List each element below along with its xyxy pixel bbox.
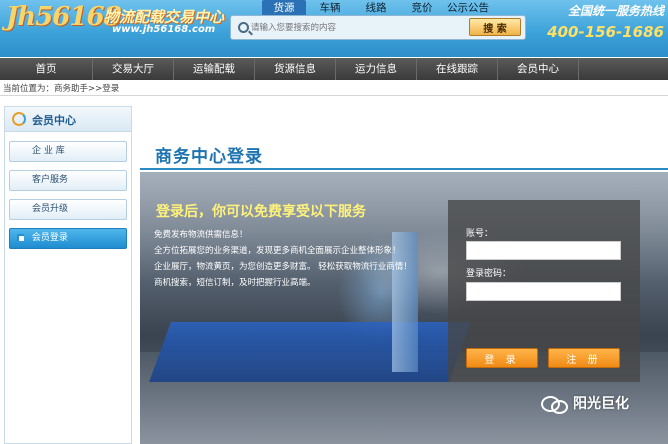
banner-line: 免费发布物流供需信息！ bbox=[154, 230, 248, 240]
banner-line: 商机搜索，短信订制，及时把握行业高端。 bbox=[154, 278, 316, 288]
hotline-title: 全国统一服务热线 bbox=[567, 4, 664, 18]
account-label: 账号： bbox=[466, 229, 494, 239]
account-input[interactable] bbox=[466, 241, 621, 260]
password-input[interactable] bbox=[466, 282, 621, 301]
search-tab-route[interactable]: 线路 bbox=[354, 0, 398, 16]
sidebar-item-label: 会员登录 bbox=[31, 233, 68, 243]
site-header: Jh56168 物流配载交易中心 www.jh56168.com 货源 车辆 线… bbox=[0, 0, 668, 57]
sidebar-item-member-upgrade[interactable]: 会员升级 bbox=[9, 199, 127, 220]
banner-line: 全方位拓展您的业务渠道，发现更多商机全面展示企业整体形象！ bbox=[154, 246, 401, 256]
watermark-text: 阳光巨化 bbox=[573, 396, 629, 412]
refresh-icon bbox=[12, 112, 26, 126]
banner-counter bbox=[149, 322, 471, 382]
wechat-icon bbox=[541, 394, 568, 414]
sidebar-header: 会员中心 bbox=[5, 107, 131, 132]
page: Jh56168 物流配载交易中心 www.jh56168.com 货源 车辆 线… bbox=[0, 0, 668, 444]
nav-item-home[interactable]: 首页 bbox=[0, 58, 93, 80]
sidebar: 会员中心 企 业 库 客户服务 会员升级 会员登录 bbox=[4, 106, 132, 444]
sidebar-item-label: 会员升级 bbox=[32, 204, 69, 214]
search-tab-bidding[interactable]: 竞价 bbox=[400, 0, 444, 16]
sidebar-item-label: 客户服务 bbox=[32, 175, 69, 185]
search-tab-cargo[interactable]: 货源 bbox=[262, 0, 306, 16]
search-tab-notice[interactable]: 公示公告 bbox=[446, 0, 490, 16]
nav-item-capacity-info[interactable]: 运力信息 bbox=[336, 58, 417, 80]
hotline-number: 400-156-1686 bbox=[547, 23, 664, 41]
main-nav: 首页 交易大厅 运输配载 货源信息 运力信息 在线跟踪 会员中心 bbox=[0, 58, 668, 80]
search-button[interactable]: 搜 索 bbox=[469, 18, 521, 36]
breadcrumb: 当前位置为：商务助手>>登录 bbox=[0, 82, 668, 96]
nav-item-trading-hall[interactable]: 交易大厅 bbox=[93, 58, 174, 80]
sidebar-title: 会员中心 bbox=[32, 114, 76, 127]
nav-item-member-center[interactable]: 会员中心 bbox=[498, 58, 579, 80]
login-panel: 账号： 登录密码： 登 录 注 册 bbox=[448, 200, 640, 382]
grid-icon bbox=[17, 234, 24, 241]
hotline: 全国统一服务热线 400-156-1686 bbox=[536, 2, 664, 41]
sidebar-item-customer-service[interactable]: 客户服务 bbox=[9, 170, 127, 191]
watermark: 阳光巨化 bbox=[541, 392, 629, 414]
sidebar-item-enterprise-library[interactable]: 企 业 库 bbox=[9, 141, 127, 162]
search-icon bbox=[238, 22, 249, 33]
banner-heading: 登录后，你可以免费享受以下服务 bbox=[156, 204, 366, 220]
nav-item-transport[interactable]: 运输配载 bbox=[174, 58, 255, 80]
nav-item-cargo-info[interactable]: 货源信息 bbox=[255, 58, 336, 80]
password-label: 登录密码： bbox=[466, 269, 512, 279]
search-tab-vehicle[interactable]: 车辆 bbox=[308, 0, 352, 16]
banner-line: 企业展厅，物流黄页，为您创造更多财富。 轻松获取物流行业商情！ bbox=[154, 262, 412, 272]
page-title: 商务中心登录 bbox=[155, 147, 263, 167]
logo-domain: www.jh56168.com bbox=[112, 24, 216, 35]
site-logo[interactable]: Jh56168 物流配载交易中心 www.jh56168.com bbox=[6, 2, 231, 38]
title-divider bbox=[140, 168, 668, 170]
nav-item-tracking[interactable]: 在线跟踪 bbox=[417, 58, 498, 80]
sidebar-item-label: 企 业 库 bbox=[32, 146, 65, 156]
sidebar-item-member-login[interactable]: 会员登录 bbox=[9, 228, 127, 249]
search-box: 搜 索 bbox=[230, 15, 526, 40]
login-button[interactable]: 登 录 bbox=[466, 348, 538, 368]
search-input[interactable] bbox=[251, 19, 471, 36]
register-button[interactable]: 注 册 bbox=[548, 348, 620, 368]
